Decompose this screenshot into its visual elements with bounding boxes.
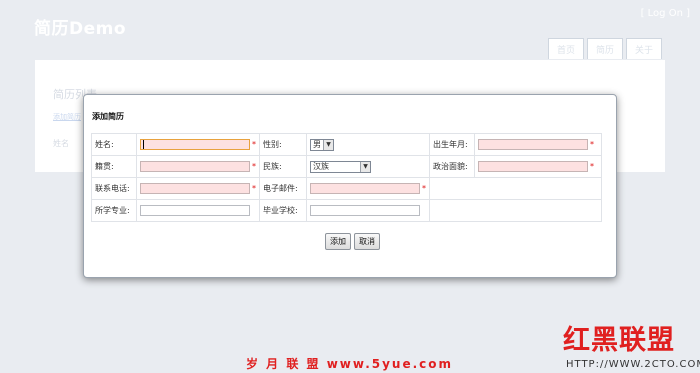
nav-tabs: 首页 简历 关于 [548, 38, 662, 59]
phone-input[interactable] [140, 183, 250, 194]
required-star: * [252, 162, 256, 171]
dialog-buttons: 添加 取消 [325, 233, 380, 250]
school-input[interactable] [310, 205, 420, 216]
empty-cell [429, 199, 602, 222]
gender-select-value: 男 [313, 140, 321, 149]
chevron-down-icon: ▼ [360, 161, 370, 172]
resume-form-table: 姓名: * 性别: 男 ▼ 出生年月: * 籍贯: * 民族: 汉族 ▼ 政治面貌: [91, 133, 602, 222]
required-star: * [252, 140, 256, 149]
political-status-input[interactable] [478, 161, 588, 172]
text-caret [143, 140, 144, 149]
gender-cell: 男 ▼ [306, 133, 430, 156]
tab-about[interactable]: 关于 [626, 38, 662, 59]
watermark-url: HTTP://WWW.2CTO.COM [566, 359, 700, 370]
form-row: 联系电话: * 电子邮件: * [91, 177, 602, 200]
label-email: 电子邮件: [259, 177, 307, 200]
required-star: * [252, 184, 256, 193]
add-resume-link[interactable]: 添加简历 [53, 112, 81, 122]
required-star: * [590, 162, 594, 171]
label-school: 毕业学校: [259, 199, 307, 222]
required-star: * [422, 184, 426, 193]
label-birth: 出生年月: [429, 133, 475, 156]
label-name: 姓名: [91, 133, 137, 156]
major-input[interactable] [140, 205, 250, 216]
dialog-title: 添加简历 [92, 112, 124, 121]
form-row: 所学专业: 毕业学校: [91, 199, 602, 222]
email-cell: * [306, 177, 430, 200]
label-phone: 联系电话: [91, 177, 137, 200]
form-row: 姓名: * 性别: 男 ▼ 出生年月: * [91, 133, 602, 156]
political-cell: * [474, 155, 602, 178]
ethnicity-select-value: 汉族 [313, 162, 329, 171]
gender-select[interactable]: 男 ▼ [310, 138, 334, 151]
ethnicity-cell: 汉族 ▼ [306, 155, 430, 178]
chevron-down-icon: ▼ [323, 139, 333, 150]
empty-cell [429, 177, 602, 200]
name-input[interactable] [140, 139, 250, 150]
native-cell: * [136, 155, 260, 178]
tab-home[interactable]: 首页 [548, 38, 584, 59]
phone-cell: * [136, 177, 260, 200]
email-input[interactable] [310, 183, 420, 194]
label-political: 政治面貌: [429, 155, 475, 178]
required-star: * [590, 140, 594, 149]
app-title: 简历Demo [34, 19, 127, 39]
label-gender: 性别: [259, 133, 307, 156]
watermark-text: 岁 月 联 盟 www.5yue.com [246, 357, 454, 371]
birth-input[interactable] [478, 139, 588, 150]
login-link[interactable]: [ Log On ] [641, 8, 690, 19]
major-cell [136, 199, 260, 222]
add-resume-dialog: 添加简历 姓名: * 性别: 男 ▼ 出生年月: * 籍贯: * 民族: 汉族 ▼ [83, 94, 617, 278]
native-place-input[interactable] [140, 161, 250, 172]
birth-cell: * [474, 133, 602, 156]
add-button[interactable]: 添加 [325, 233, 351, 250]
name-cell: * [136, 133, 260, 156]
cancel-button[interactable]: 取消 [354, 233, 380, 250]
tab-resume[interactable]: 简历 [587, 38, 623, 59]
label-native: 籍贯: [91, 155, 137, 178]
label-major: 所学专业: [91, 199, 137, 222]
watermark-logo: 红黑联盟 [563, 325, 675, 356]
form-row: 籍贯: * 民族: 汉族 ▼ 政治面貌: * [91, 155, 602, 178]
label-ethnicity: 民族: [259, 155, 307, 178]
ethnicity-select[interactable]: 汉族 ▼ [310, 160, 371, 173]
column-header-name: 姓名 [53, 139, 69, 148]
school-cell [306, 199, 430, 222]
